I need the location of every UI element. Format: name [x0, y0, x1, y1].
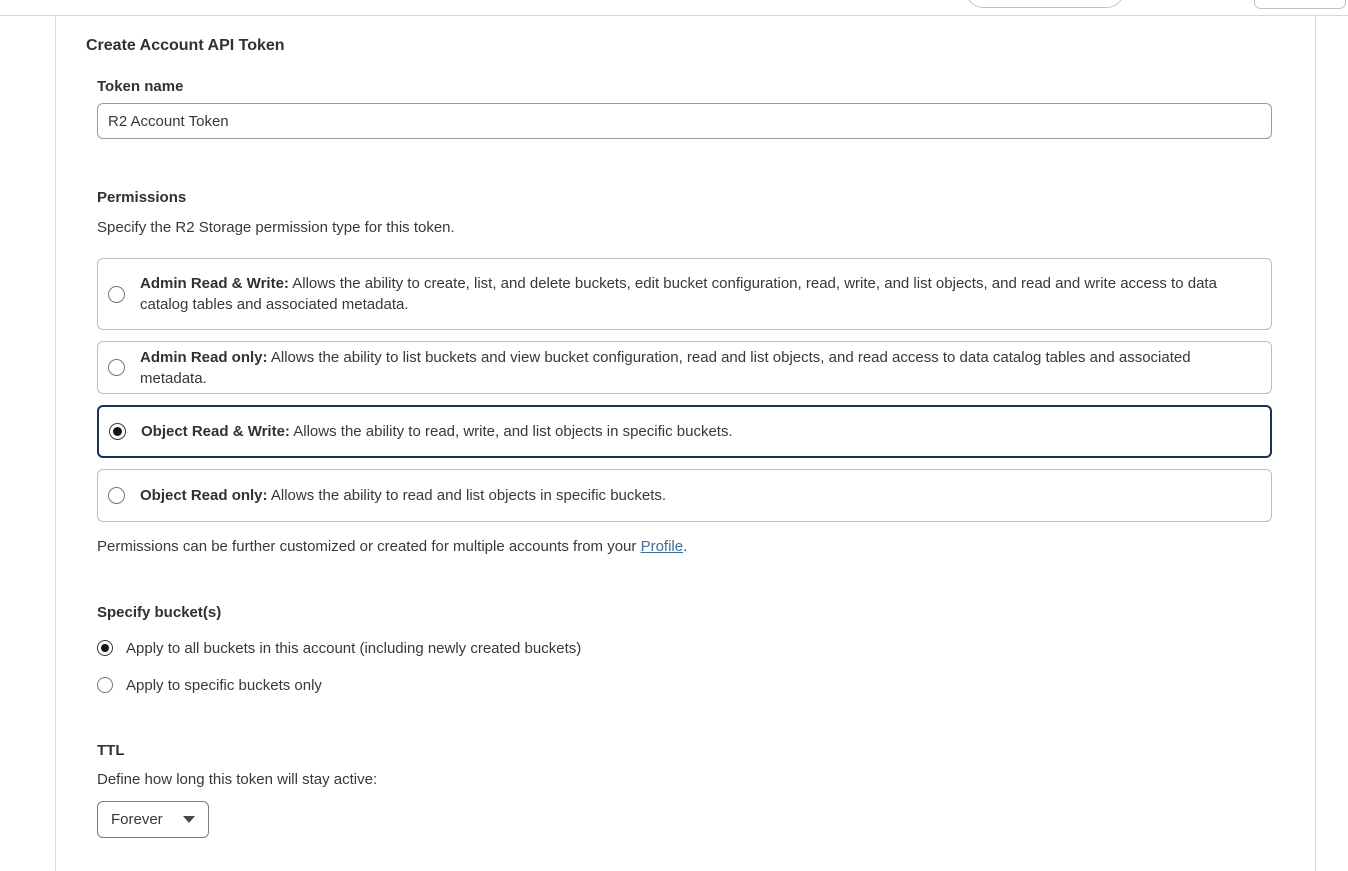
permission-option-title: Object Read & Write:	[141, 423, 290, 440]
permissions-note: Permissions can be further customized or…	[97, 538, 1272, 556]
permission-option-admin-read-only[interactable]: Admin Read only: Allows the ability to l…	[97, 341, 1272, 394]
permission-option-description: Allows the ability to read and list obje…	[268, 487, 667, 504]
bucket-option-all-buckets[interactable]: Apply to all buckets in this account (in…	[97, 637, 1272, 659]
permission-option-title: Object Read only:	[140, 487, 268, 504]
profile-link[interactable]: Profile	[641, 538, 684, 555]
bucket-option-label: Apply to specific buckets only	[126, 677, 322, 694]
permissions-description: Specify the R2 Storage permission type f…	[97, 219, 1272, 237]
ttl-selected-value: Forever	[111, 811, 163, 828]
permission-option-admin-read-write[interactable]: Admin Read & Write: Allows the ability t…	[97, 258, 1272, 330]
permission-option-text: Object Read only: Allows the ability to …	[140, 485, 666, 506]
permissions-note-text: Permissions can be further customized or…	[97, 538, 641, 555]
permission-option-title: Admin Read & Write:	[140, 275, 289, 292]
permission-option-text: Admin Read only: Allows the ability to l…	[140, 347, 1253, 389]
create-token-form: Token name Permissions Specify the R2 St…	[97, 78, 1272, 838]
ttl-heading: TTL	[97, 742, 1272, 760]
token-name-input[interactable]	[97, 103, 1272, 139]
permission-option-description: Allows the ability to create, list, and …	[140, 275, 1217, 313]
radio-admin-read-only[interactable]	[108, 359, 125, 376]
header-partial-pill-button[interactable]	[966, 0, 1124, 8]
radio-admin-read-write[interactable]	[108, 286, 125, 303]
permissions-heading: Permissions	[97, 189, 1272, 207]
token-name-label: Token name	[97, 78, 1272, 96]
radio-object-read-write[interactable]	[109, 423, 126, 440]
chevron-down-icon	[183, 816, 195, 823]
radio-specific-buckets[interactable]	[97, 677, 113, 693]
ttl-select[interactable]: Forever	[97, 801, 209, 838]
permissions-note-suffix: .	[683, 538, 687, 555]
permission-option-text: Admin Read & Write: Allows the ability t…	[140, 273, 1253, 315]
permission-option-title: Admin Read only:	[140, 349, 268, 366]
bucket-option-label: Apply to all buckets in this account (in…	[126, 640, 581, 657]
radio-all-buckets[interactable]	[97, 640, 113, 656]
permission-option-object-read-write[interactable]: Object Read & Write: Allows the ability …	[97, 405, 1272, 458]
permission-option-text: Object Read & Write: Allows the ability …	[141, 421, 733, 442]
page-title: Create Account API Token	[86, 36, 1285, 56]
ttl-description: Define how long this token will stay act…	[97, 771, 1272, 789]
permission-option-description: Allows the ability to list buckets and v…	[140, 349, 1191, 387]
permission-option-object-read-only[interactable]: Object Read only: Allows the ability to …	[97, 469, 1272, 522]
create-token-panel: Create Account API Token Token name Perm…	[55, 16, 1316, 871]
permission-option-description: Allows the ability to read, write, and l…	[290, 423, 733, 440]
top-header-bar	[0, 0, 1348, 16]
radio-object-read-only[interactable]	[108, 487, 125, 504]
header-partial-rect-button[interactable]	[1254, 0, 1346, 9]
bucket-option-specific-buckets[interactable]: Apply to specific buckets only	[97, 674, 1272, 696]
specify-buckets-heading: Specify bucket(s)	[97, 604, 1272, 622]
